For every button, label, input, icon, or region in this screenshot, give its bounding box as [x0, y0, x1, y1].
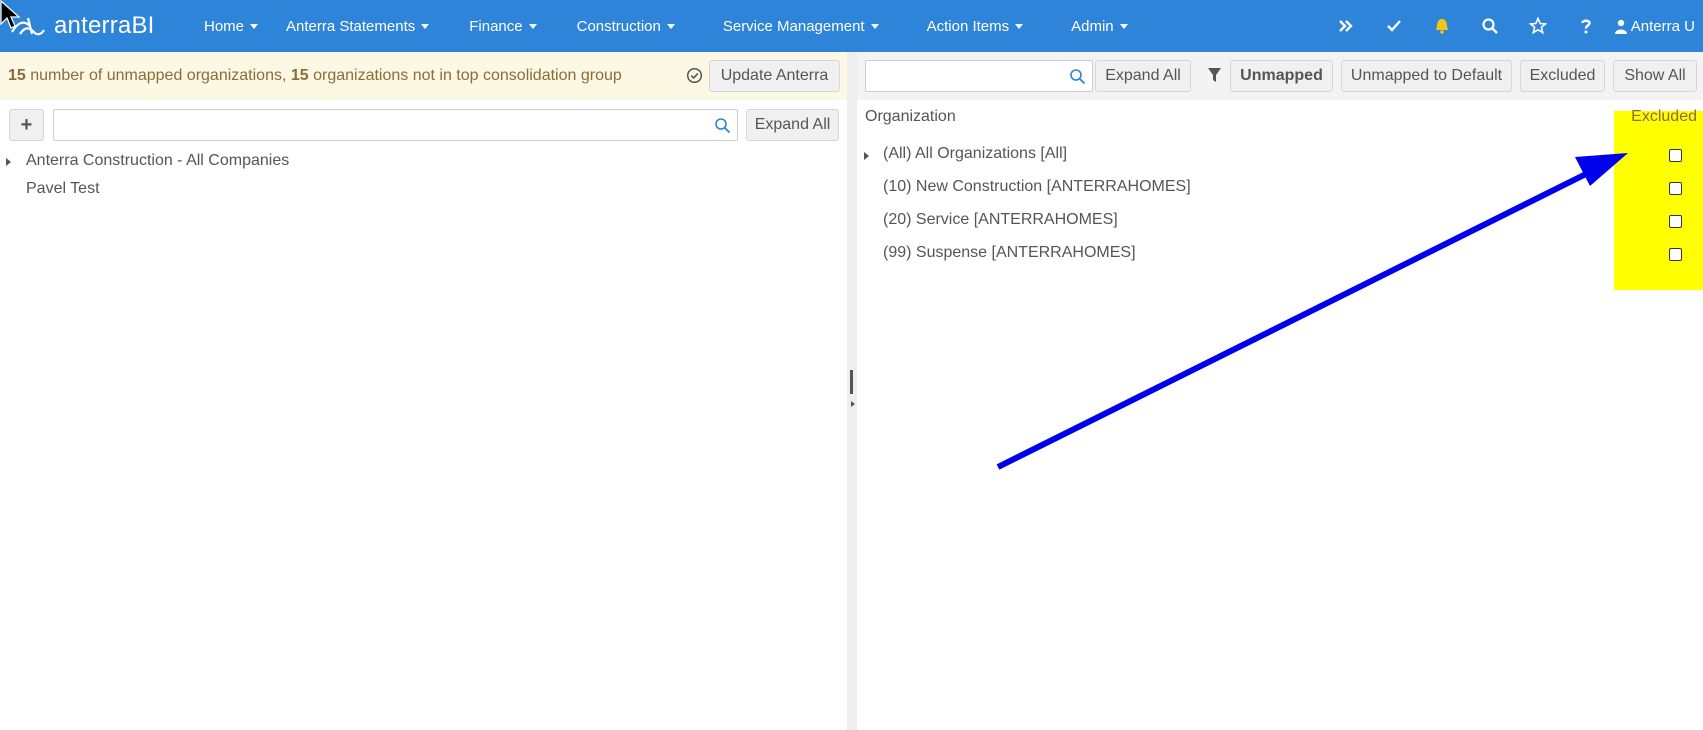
check-icon[interactable]	[1370, 0, 1418, 52]
notice-text: 15 number of unmapped organizations, 15 …	[8, 67, 622, 85]
unmapped-notice: 15 number of unmapped organizations, 15 …	[0, 52, 847, 100]
notice-text-part2: organizations not in top consolidation g…	[308, 67, 622, 84]
excluded-column-header: Excluded	[1631, 108, 1697, 125]
caret-down-icon	[421, 23, 430, 29]
left-expand-all-button[interactable]: Expand All	[746, 109, 839, 141]
right-search-input[interactable]	[865, 60, 1093, 92]
menu-finance[interactable]: Finance	[443, 0, 550, 52]
brand-name: anterraBI	[54, 12, 155, 39]
organization-row[interactable]: (10) New Construction [ANTERRAHOMES]	[857, 173, 1703, 203]
organization-row[interactable]: (All) All Organizations [All]	[857, 140, 1703, 170]
check-circle-icon	[686, 67, 703, 84]
caret-down-icon	[1015, 23, 1024, 29]
user-icon	[1614, 19, 1627, 34]
nav-right-tools: Anterra U	[1322, 0, 1703, 52]
search-icon[interactable]	[1069, 68, 1086, 85]
organization-label: (10) New Construction [ANTERRAHOMES]	[883, 178, 1191, 195]
menu-anterra-statements[interactable]: Anterra Statements	[272, 0, 443, 52]
main-menu: Home Anterra Statements Finance Construc…	[190, 0, 1142, 52]
menu-construction-label: Construction	[576, 17, 661, 35]
caret-down-icon	[250, 23, 259, 29]
tree-node-label: Anterra Construction - All Companies	[26, 152, 290, 169]
menu-action-items[interactable]: Action Items	[893, 0, 1038, 52]
menu-home-label: Home	[204, 17, 245, 35]
user-name: Anterra U	[1630, 17, 1695, 35]
expand-triangle-icon[interactable]	[6, 158, 11, 166]
excluded-checkbox[interactable]	[1669, 215, 1682, 228]
caret-down-icon	[528, 23, 537, 29]
organization-row[interactable]: (99) Suspense [ANTERRAHOMES]	[857, 239, 1703, 269]
right-expand-all-button[interactable]: Expand All	[1095, 60, 1191, 92]
organization-label: (99) Suspense [ANTERRAHOMES]	[883, 244, 1136, 261]
notice-text-part1: number of unmapped organizations,	[25, 67, 291, 84]
tree-node-label: Pavel Test	[26, 180, 100, 197]
update-anterra-button[interactable]: Update Anterra	[709, 60, 840, 92]
right-pane: Expand All Unmapped Unmapped to Default …	[857, 52, 1703, 730]
left-search-input[interactable]	[53, 109, 738, 141]
splitter-arrow-icon[interactable]	[851, 401, 855, 407]
brand[interactable]: anterraBI	[0, 0, 190, 52]
not-in-group-count: 15	[290, 67, 309, 84]
caret-down-icon	[1119, 23, 1128, 29]
question-icon[interactable]	[1562, 0, 1610, 52]
search-icon[interactable]	[714, 117, 731, 134]
caret-down-icon	[870, 23, 879, 29]
tree-node[interactable]: Pavel Test	[0, 176, 847, 204]
excluded-checkbox[interactable]	[1669, 149, 1682, 162]
right-toolbar: Expand All Unmapped Unmapped to Default …	[857, 52, 1703, 100]
menu-home[interactable]: Home	[190, 0, 272, 52]
double-chevron-right-icon[interactable]	[1322, 0, 1370, 52]
unmapped-filter-button[interactable]: Unmapped	[1230, 60, 1333, 92]
search-icon[interactable]	[1466, 0, 1514, 52]
splitter-grip[interactable]	[850, 370, 853, 394]
left-pane: 15 number of unmapped organizations, 15 …	[0, 52, 847, 730]
tree-node[interactable]: Anterra Construction - All Companies	[0, 148, 847, 176]
expand-triangle-icon[interactable]	[864, 152, 869, 160]
add-button[interactable]: +	[9, 109, 44, 141]
menu-service-management-label: Service Management	[722, 17, 865, 35]
organization-column-header: Organization	[865, 108, 956, 125]
menu-construction[interactable]: Construction	[551, 0, 689, 52]
organization-row[interactable]: (20) Service [ANTERRAHOMES]	[857, 206, 1703, 236]
menu-service-management[interactable]: Service Management	[689, 0, 893, 52]
filter-icon	[1208, 68, 1221, 82]
organization-label: (All) All Organizations [All]	[883, 145, 1068, 162]
organization-label: (20) Service [ANTERRAHOMES]	[883, 211, 1118, 228]
excluded-filter-button[interactable]: Excluded	[1520, 60, 1605, 92]
top-navbar: anterraBI Home Anterra Statements Financ…	[0, 0, 1703, 52]
pane-splitter[interactable]	[847, 52, 857, 730]
unmapped-to-default-filter-button[interactable]: Unmapped to Default	[1341, 60, 1512, 92]
show-all-filter-button[interactable]: Show All	[1613, 60, 1697, 92]
mouse-cursor-icon	[0, 0, 21, 29]
unmapped-count: 15	[8, 67, 26, 84]
excluded-checkbox[interactable]	[1669, 182, 1682, 195]
user-menu[interactable]: Anterra U	[1610, 0, 1703, 52]
caret-down-icon	[666, 23, 675, 29]
menu-anterra-statements-label: Anterra Statements	[286, 17, 416, 35]
menu-finance-label: Finance	[469, 17, 523, 35]
menu-admin[interactable]: Admin	[1037, 0, 1142, 52]
bell-icon[interactable]	[1418, 0, 1466, 52]
menu-action-items-label: Action Items	[926, 17, 1010, 35]
star-icon[interactable]	[1514, 0, 1562, 52]
menu-admin-label: Admin	[1071, 17, 1114, 35]
excluded-checkbox[interactable]	[1669, 248, 1682, 261]
